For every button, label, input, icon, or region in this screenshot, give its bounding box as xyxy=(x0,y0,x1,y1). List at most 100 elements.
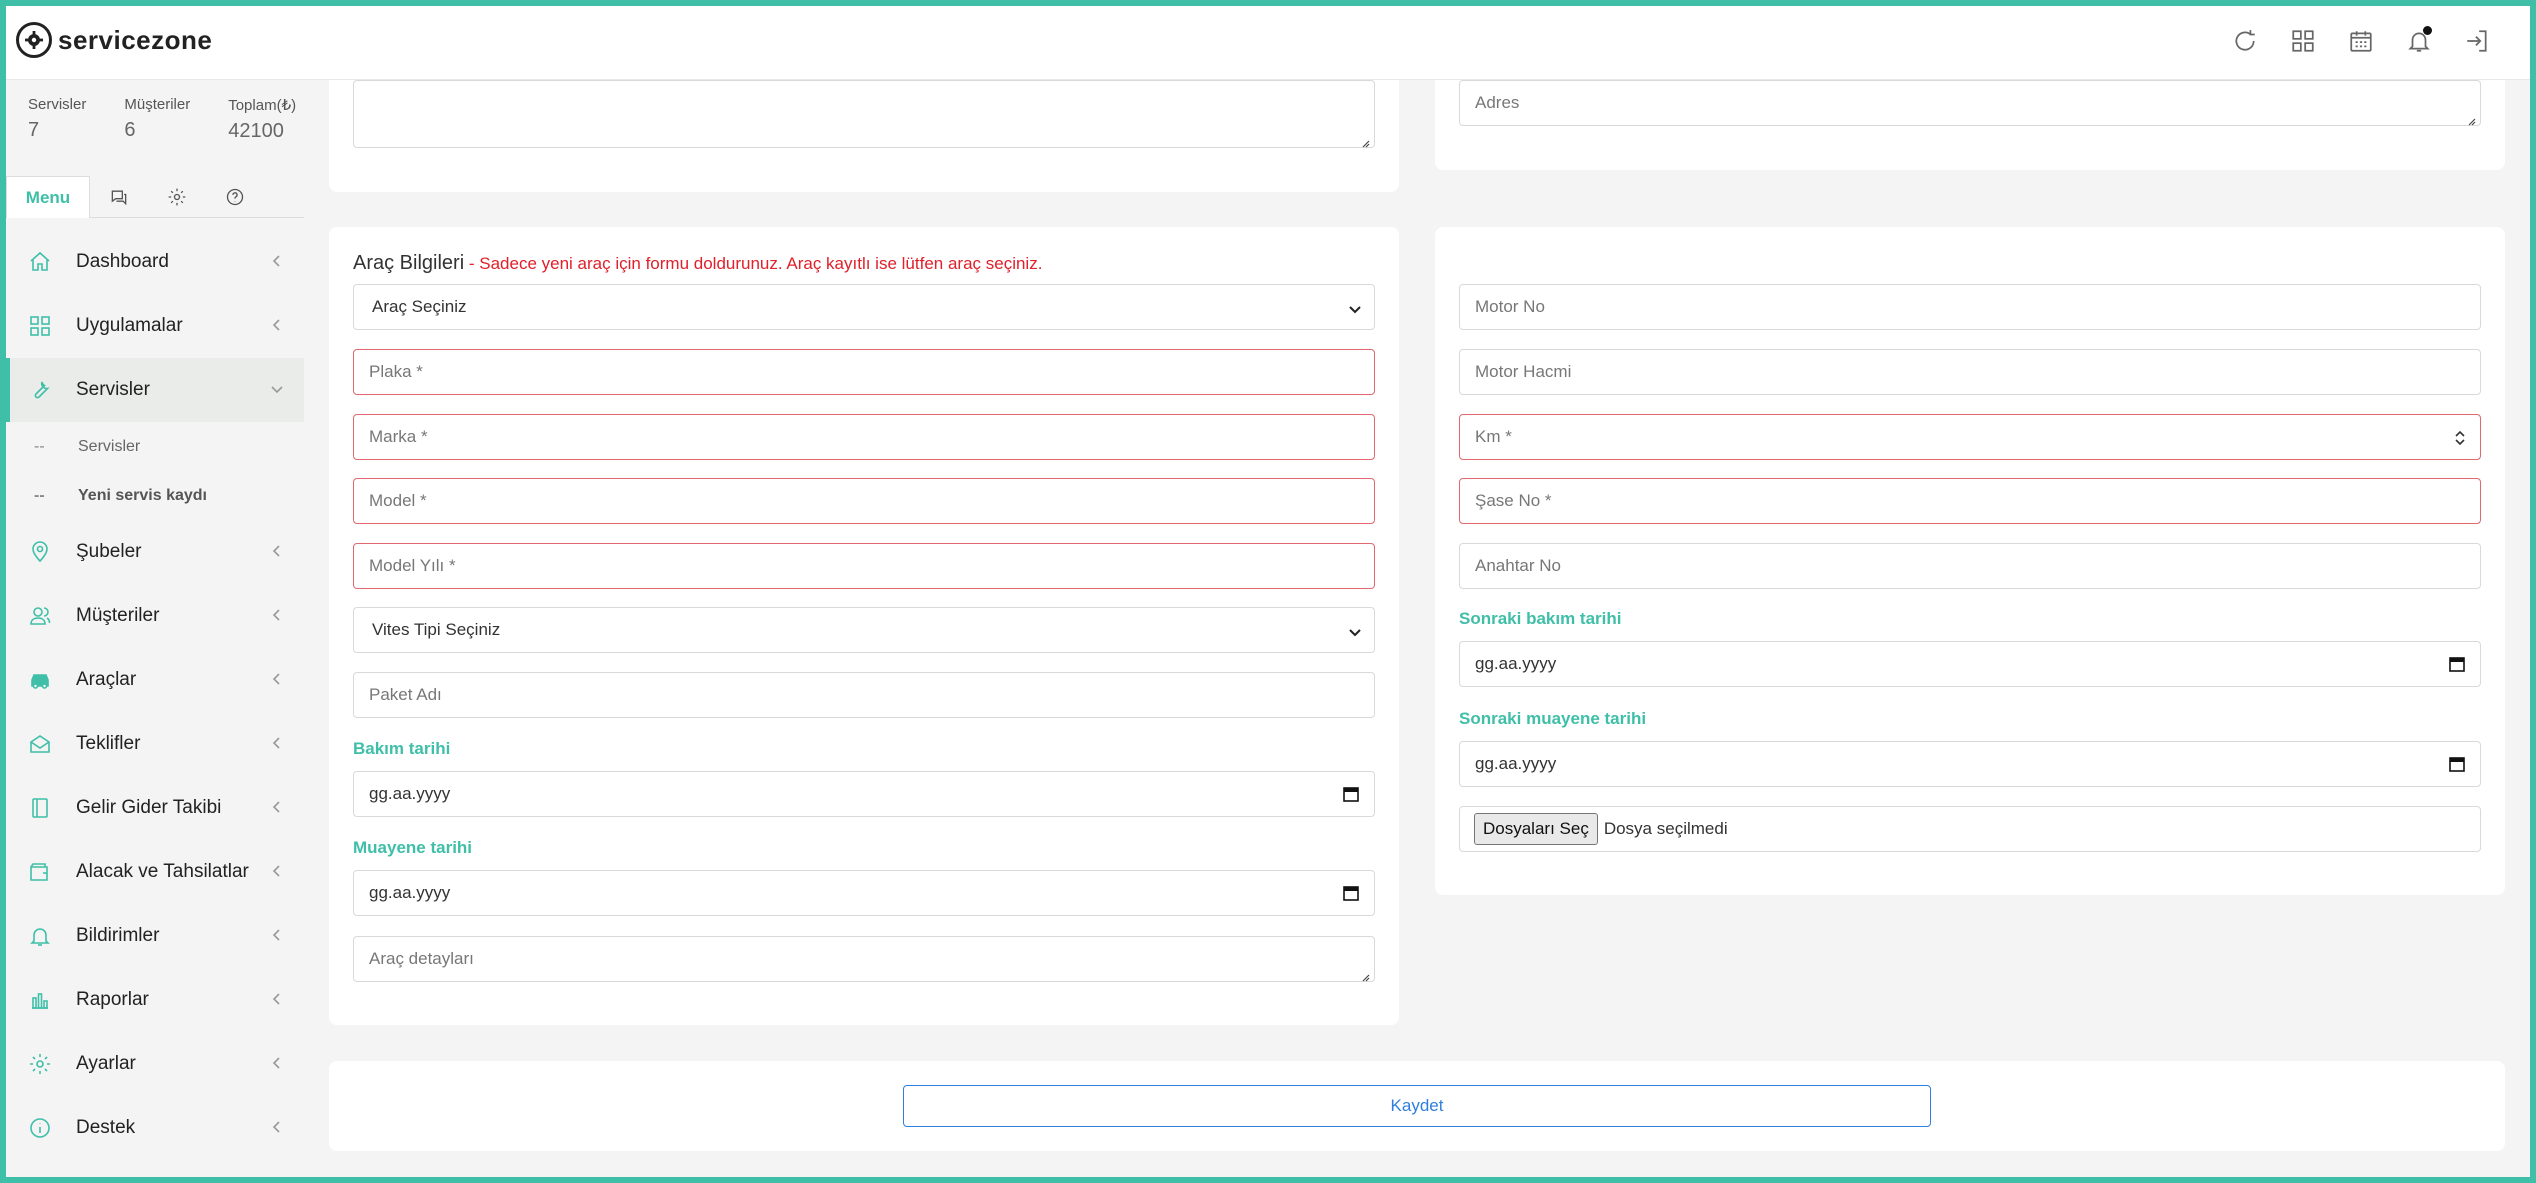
car-icon xyxy=(28,668,52,692)
motor-hacmi-input[interactable]: Motor Hacmi xyxy=(1459,349,2481,395)
sidebar-item-dashboard[interactable]: Dashboard xyxy=(6,230,304,294)
wallet-icon xyxy=(28,860,52,884)
chevron-down-icon xyxy=(270,382,284,396)
choose-files-button[interactable]: Dosyaları Seç xyxy=(1474,813,1598,845)
chevron-left-icon xyxy=(270,864,284,878)
chevron-left-icon xyxy=(270,800,284,814)
help-icon[interactable] xyxy=(206,176,264,218)
chevron-left-icon xyxy=(270,544,284,558)
stats-summary: Servisler 7 Müşteriler 6 Toplam(₺) 42100 xyxy=(28,96,296,143)
model-yili-input[interactable]: Model Yılı * xyxy=(353,543,1375,589)
spinner-icon[interactable] xyxy=(2454,427,2466,449)
sidebar-item-destek[interactable]: Destek xyxy=(6,1096,304,1160)
sidebar-item-uygulamalar[interactable]: Uygulamalar xyxy=(6,294,304,358)
gear-icon xyxy=(28,1052,52,1076)
topbar: servicezone xyxy=(0,0,2536,80)
resize-grip-icon xyxy=(1360,133,1370,148)
book-icon xyxy=(28,796,52,820)
sidebar-subitem-servisler[interactable]: -- Servisler xyxy=(6,422,304,471)
calendar-icon[interactable] xyxy=(2448,755,2466,773)
wrench-icon xyxy=(28,378,52,402)
sidebar-item-subeler[interactable]: Şubeler xyxy=(6,520,304,584)
bakim-date-input[interactable]: gg.aa.yyyy xyxy=(353,771,1375,817)
chevron-left-icon xyxy=(270,1056,284,1070)
chevron-left-icon xyxy=(270,928,284,942)
model-input[interactable]: Model * xyxy=(353,478,1375,524)
plaka-input[interactable]: Plaka * xyxy=(353,349,1375,395)
sidebar-subitem-yeni-servis[interactable]: -- Yeni servis kaydı xyxy=(6,471,304,520)
mail-open-icon xyxy=(28,732,52,756)
sidebar-tabs: Menu xyxy=(6,176,304,218)
sidebar-item-araclar[interactable]: Araçlar xyxy=(6,648,304,712)
paket-input[interactable]: Paket Adı xyxy=(353,672,1375,718)
gear-logo-icon xyxy=(16,22,52,58)
resize-grip-icon xyxy=(2466,111,2476,126)
logout-icon[interactable] xyxy=(2448,24,2506,58)
stat-toplam: Toplam(₺) 42100 xyxy=(228,97,297,142)
km-input[interactable]: Km * xyxy=(1459,414,2481,460)
sidebar-nav: Dashboard Uygulamalar Servisler -- Servi… xyxy=(6,230,304,1160)
calendar-icon[interactable] xyxy=(1342,884,1360,902)
chevron-left-icon xyxy=(270,736,284,750)
engine-card: Motor No Motor Hacmi Km * Şase No * Anah… xyxy=(1435,227,2505,895)
chat-icon[interactable] xyxy=(90,176,148,218)
chevron-left-icon xyxy=(270,1120,284,1134)
sidebar: Servisler 7 Müşteriler 6 Toplam(₺) 42100… xyxy=(6,80,304,1177)
bell-icon[interactable] xyxy=(2390,24,2448,58)
apps-icon xyxy=(28,314,52,338)
vehicle-select[interactable]: Araç Seçiniz xyxy=(353,284,1375,330)
sidebar-item-teklifler[interactable]: Teklifler xyxy=(6,712,304,776)
vehicle-warning: - Sadece yeni araç için formu doldurunuz… xyxy=(464,254,1043,273)
bakim-label: Bakım tarihi xyxy=(353,739,451,758)
sonraki-muayene-date-input[interactable]: gg.aa.yyyy xyxy=(1459,741,2481,787)
vehicle-card: Araç Bilgileri - Sadece yeni araç için f… xyxy=(329,227,1399,1025)
sidebar-item-raporlar[interactable]: Raporlar xyxy=(6,968,304,1032)
sidebar-item-musteriler[interactable]: Müşteriler xyxy=(6,584,304,648)
file-upload-field: Dosyaları Seç Dosya seçilmedi xyxy=(1459,806,2481,852)
info-icon xyxy=(28,1116,52,1140)
file-status: Dosya seçilmedi xyxy=(1603,819,1728,838)
calendar-icon[interactable] xyxy=(2448,655,2466,673)
anahtar-input[interactable]: Anahtar No xyxy=(1459,543,2481,589)
sonraki-muayene-label: Sonraki muayene tarihi xyxy=(1459,709,1647,728)
bar-chart-icon xyxy=(28,988,52,1012)
muayene-date-input[interactable]: gg.aa.yyyy xyxy=(353,870,1375,916)
chevron-down-icon xyxy=(1348,624,1362,638)
sidebar-item-gelir-gider[interactable]: Gelir Gider Takibi xyxy=(6,776,304,840)
motor-no-input[interactable]: Motor No xyxy=(1459,284,2481,330)
sase-input[interactable]: Şase No * xyxy=(1459,478,2481,524)
sidebar-item-ayarlar[interactable]: Ayarlar xyxy=(6,1032,304,1096)
refresh-icon[interactable] xyxy=(2216,24,2274,58)
chevron-left-icon xyxy=(270,254,284,268)
chevron-left-icon xyxy=(270,318,284,332)
stat-musteriler: Müşteriler 6 xyxy=(124,96,191,141)
tab-menu[interactable]: Menu xyxy=(6,176,90,218)
vehicle-section-title: Araç Bilgileri - Sadece yeni araç için f… xyxy=(353,252,1043,274)
vites-select[interactable]: Vites Tipi Seçiniz xyxy=(353,607,1375,653)
sidebar-item-alacak[interactable]: Alacak ve Tahsilatlar xyxy=(6,840,304,904)
sonraki-bakim-date-input[interactable]: gg.aa.yyyy xyxy=(1459,641,2481,687)
arac-detay-textarea[interactable]: Araç detayları xyxy=(353,936,1375,982)
settings-icon[interactable] xyxy=(148,176,206,218)
chevron-left-icon xyxy=(270,672,284,686)
grid-icon[interactable] xyxy=(2274,24,2332,58)
bell-icon xyxy=(28,924,52,948)
notification-dot xyxy=(2423,26,2432,35)
muayene-label: Muayene tarihi xyxy=(353,838,473,857)
sidebar-item-bildirimler[interactable]: Bildirimler xyxy=(6,904,304,968)
home-icon xyxy=(28,250,52,274)
calendar-icon[interactable] xyxy=(1342,785,1360,803)
chevron-left-icon xyxy=(270,992,284,1006)
adres-textarea[interactable]: Adres xyxy=(1459,80,2481,126)
location-pin-icon xyxy=(28,540,52,564)
users-icon xyxy=(28,604,52,628)
sidebar-item-servisler[interactable]: Servisler xyxy=(6,358,304,422)
stat-servisler: Servisler 7 xyxy=(28,96,87,141)
notes-textarea[interactable] xyxy=(353,80,1375,148)
calendar-icon[interactable] xyxy=(2332,24,2390,58)
marka-input[interactable]: Marka * xyxy=(353,414,1375,460)
sonraki-bakim-label: Sonraki bakım tarihi xyxy=(1459,609,1622,628)
save-button[interactable]: Kaydet xyxy=(903,1085,1931,1127)
brand-logo[interactable]: servicezone xyxy=(16,22,212,58)
chevron-left-icon xyxy=(270,608,284,622)
